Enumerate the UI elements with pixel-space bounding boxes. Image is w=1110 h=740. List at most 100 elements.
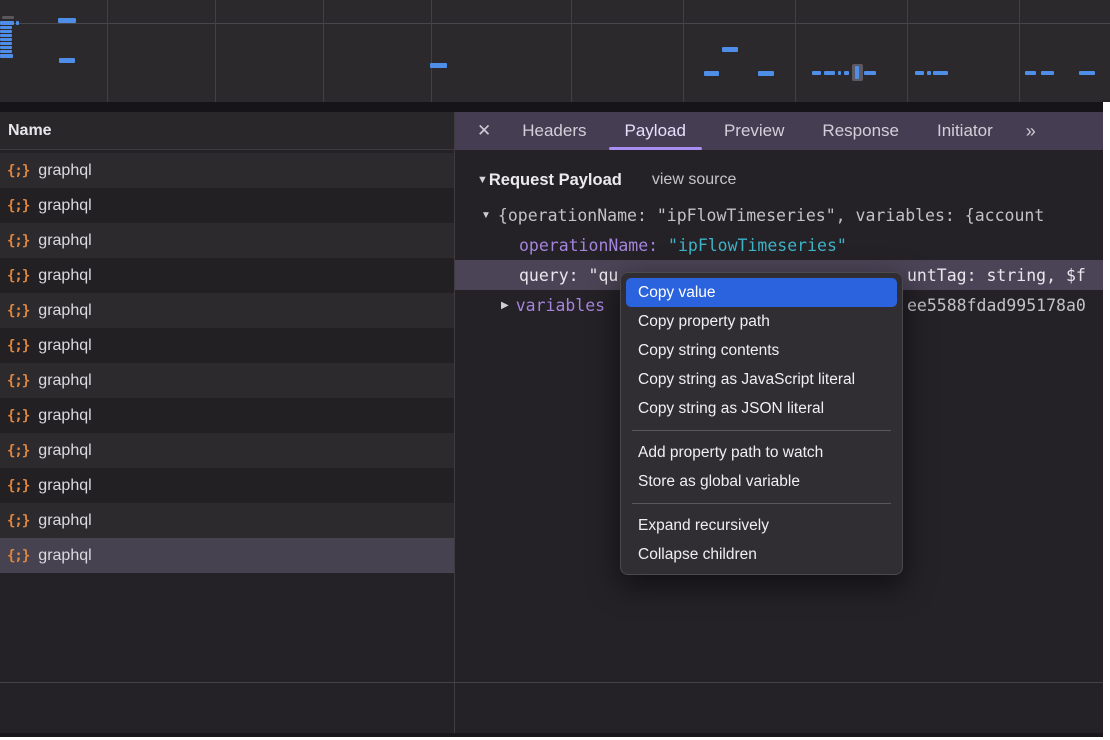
overview-gridline (907, 0, 908, 102)
root-object-preview: {operationName: "ipFlowTimeseries", vari… (498, 206, 1044, 225)
expand-triangle-icon[interactable]: ▼ (481, 210, 491, 221)
json-braces-icon: {;} (7, 548, 29, 564)
payload-root-row[interactable]: ▼ {operationName: "ipFlowTimeseries", var… (455, 200, 1103, 230)
waterfall-bar (915, 71, 924, 75)
waterfall-bar (16, 21, 19, 25)
waterfall-bar (59, 58, 75, 63)
query-value-continuation: untTag: string, $f (907, 260, 1086, 290)
json-braces-icon: {;} (7, 408, 29, 424)
waterfall-bar (0, 50, 12, 53)
overview-gridline (795, 0, 796, 102)
json-braces-icon: {;} (7, 268, 29, 284)
devtools-bottom-edge (0, 733, 1103, 737)
request-name: graphql (38, 547, 91, 565)
menu-item-copy-string-json-literal[interactable]: Copy string as JSON literal (621, 394, 902, 423)
waterfall-bar (58, 18, 76, 23)
tab-response[interactable]: Response (803, 112, 918, 150)
waterfall-bar (0, 26, 12, 29)
devtools-window: Name {;} graphql {;} graphql {;} graphql {;… (0, 0, 1110, 740)
menu-item-copy-string-js-literal[interactable]: Copy string as JavaScript literal (621, 365, 902, 394)
menu-item-collapse-children[interactable]: Collapse children (621, 540, 902, 569)
request-row-5[interactable]: {;}graphql (0, 293, 454, 328)
overview-gridline (1019, 0, 1020, 102)
json-braces-icon: {;} (7, 338, 29, 354)
request-name: graphql (38, 197, 91, 215)
request-name: graphql (38, 302, 91, 320)
waterfall-bar (0, 38, 12, 41)
property-key: variables (516, 296, 605, 315)
context-menu: Copy value Copy property path Copy strin… (620, 272, 903, 575)
section-title: Request Payload (489, 171, 622, 190)
request-row-6[interactable]: {;} graphql (0, 328, 454, 363)
request-row-1[interactable]: {;} graphql (0, 153, 454, 188)
more-tabs-icon[interactable]: » (1016, 112, 1044, 150)
request-row-4[interactable]: {;} graphql (0, 258, 454, 293)
json-braces-icon: {;} (7, 478, 29, 494)
json-braces-icon: {;} (7, 233, 29, 249)
name-column-header[interactable]: Name (0, 112, 454, 150)
close-icon[interactable]: ✕ (465, 112, 503, 150)
menu-item-copy-property-path[interactable]: Copy property path (621, 307, 902, 336)
menu-item-copy-string-contents[interactable]: Copy string contents (621, 336, 902, 365)
json-braces-icon: {;} (7, 198, 29, 214)
request-name: graphql (38, 162, 91, 180)
overview-gridline (215, 0, 216, 102)
menu-item-store-as-global-variable[interactable]: Store as global variable (621, 467, 902, 496)
menu-item-add-property-path-to-watch[interactable]: Add property path to watch (621, 438, 902, 467)
request-row-11[interactable]: {;} graphql (0, 503, 454, 538)
property-value: "ipFlowTimeseries" (668, 236, 847, 255)
waterfall-bar (933, 71, 948, 75)
request-name: graphql (38, 477, 91, 495)
request-row-3[interactable]: {;} graphql (0, 223, 454, 258)
request-name: graphql (38, 512, 91, 530)
waterfall-bar (722, 47, 738, 52)
waterfall-bar (1079, 71, 1095, 75)
waterfall-bar (0, 30, 12, 33)
property-key: operationName: (519, 236, 658, 255)
request-row-10[interactable]: {;} graphql (0, 468, 454, 503)
request-payload-section-header[interactable]: ▼Request Payload view source (477, 166, 736, 194)
waterfall-bar (2, 16, 14, 19)
collapse-triangle-icon[interactable]: ▼ (477, 174, 488, 186)
tab-preview[interactable]: Preview (705, 112, 803, 150)
request-name: graphql (38, 407, 91, 425)
waterfall-bar (0, 34, 12, 37)
waterfall-bar (838, 71, 841, 75)
network-overview-timeline[interactable] (0, 0, 1110, 102)
property-value: "qu (589, 266, 619, 285)
json-braces-icon: {;} (7, 163, 29, 179)
json-braces-icon: {;} (7, 513, 29, 529)
tab-initiator[interactable]: Initiator (918, 112, 1012, 150)
request-row-2[interactable]: {;} graphql (0, 188, 454, 223)
request-row-7[interactable]: {;}graphql (0, 363, 454, 398)
request-name: graphql (38, 267, 91, 285)
expand-triangle-icon[interactable]: ▶ (501, 300, 509, 311)
property-key: query: (519, 266, 579, 285)
request-row-9[interactable]: {;}graphql (0, 433, 454, 468)
waterfall-bar (824, 71, 835, 75)
overview-gridline (571, 0, 572, 102)
menu-separator (632, 430, 891, 431)
overview-bottom-border (0, 102, 1103, 112)
json-braces-icon: {;} (7, 443, 29, 459)
waterfall-bar (0, 54, 13, 58)
waterfall-bar (927, 71, 931, 75)
tab-headers[interactable]: Headers (503, 112, 605, 150)
detail-tabbar: ✕ Headers Payload Preview Response Initi… (455, 112, 1103, 150)
panel-footer-divider (0, 682, 1103, 683)
view-source-link[interactable]: view source (652, 171, 736, 189)
request-name: graphql (38, 337, 91, 355)
overview-gridline (431, 0, 432, 102)
request-row-8[interactable]: {;} graphql (0, 398, 454, 433)
menu-item-copy-value[interactable]: Copy value (626, 278, 897, 307)
request-list-panel: Name {;} graphql {;} graphql {;} graphql {;… (0, 112, 455, 733)
request-name: graphql (38, 232, 91, 250)
payload-operationname-row[interactable]: operationName: "ipFlowTimeseries" (455, 230, 1103, 260)
waterfall-bar (1025, 71, 1036, 75)
waterfall-bar (430, 63, 447, 68)
tab-payload[interactable]: Payload (606, 112, 705, 150)
waterfall-bar (0, 21, 14, 25)
menu-separator (632, 503, 891, 504)
menu-item-expand-recursively[interactable]: Expand recursively (621, 511, 902, 540)
request-row-12-selected[interactable]: {;} graphql (0, 538, 454, 573)
